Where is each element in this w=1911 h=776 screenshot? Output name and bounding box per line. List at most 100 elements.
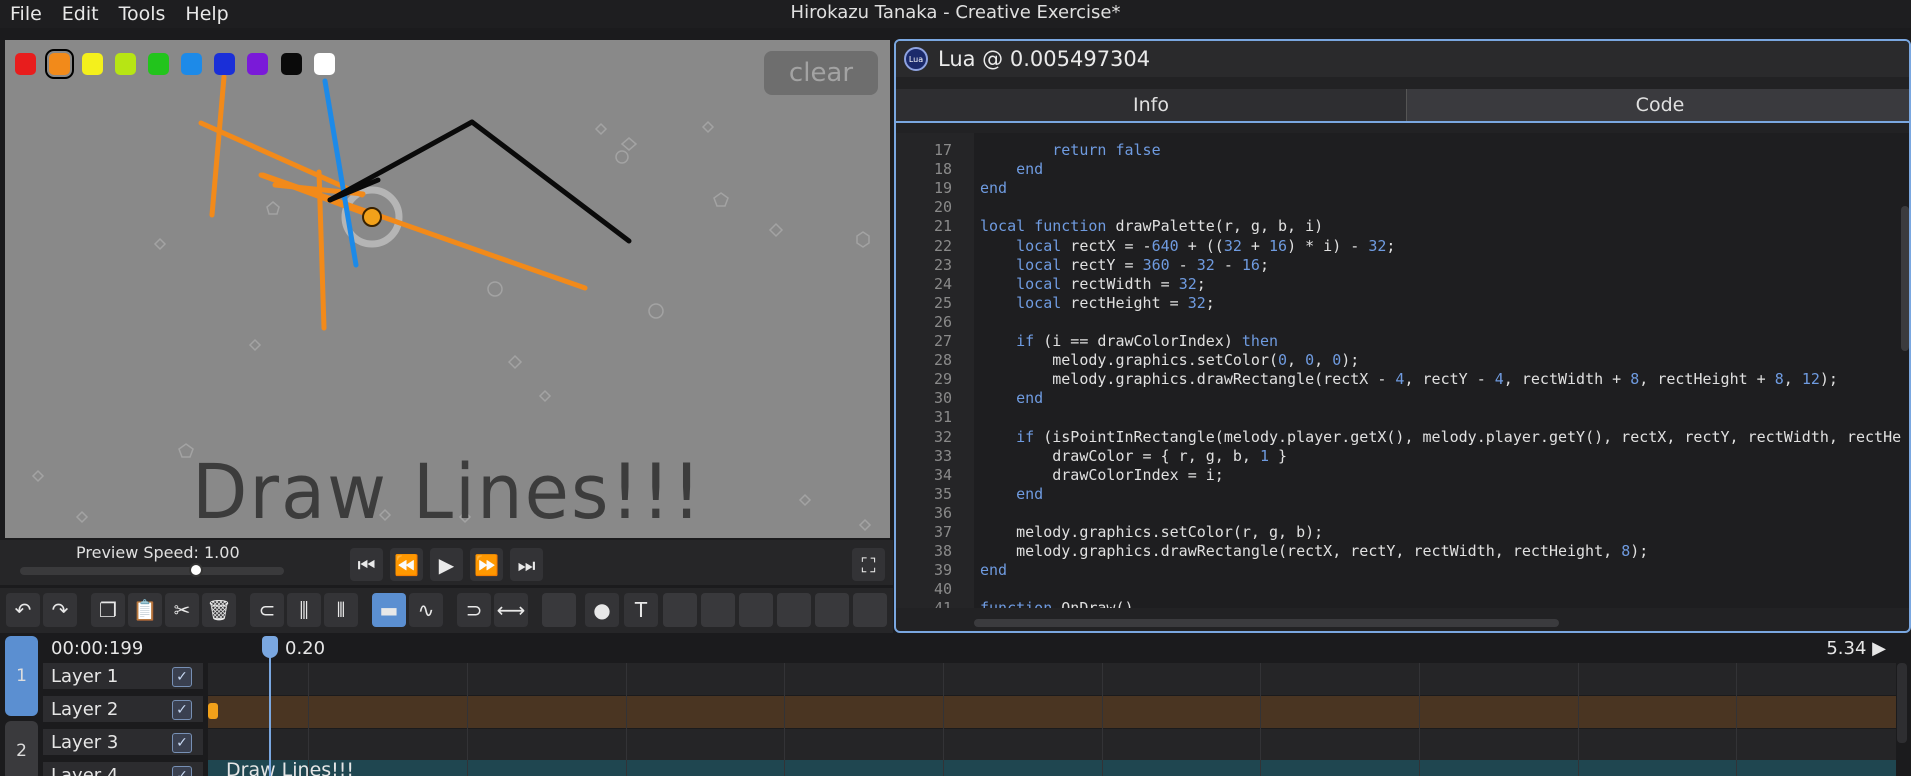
snap-icon[interactable]: ⊃: [457, 593, 491, 627]
time-gridline: [1102, 663, 1103, 776]
multi-split-icon[interactable]: ⫴: [324, 593, 358, 627]
time-gridline: [1578, 663, 1579, 776]
redo-icon[interactable]: ↷: [43, 593, 77, 627]
lua-panel-title: Lua @ 0.005497304: [938, 47, 1151, 71]
undo-icon[interactable]: ↶: [6, 593, 40, 627]
layer-visibility-checkbox[interactable]: ✓: [172, 700, 192, 720]
layer-row-2[interactable]: Layer 2 ✓: [43, 696, 203, 723]
waveform-icon[interactable]: ∿: [409, 593, 443, 627]
lua-panel-header: Lua Lua @ 0.005497304: [896, 41, 1909, 77]
line-number: 19: [933, 179, 952, 198]
layer-visibility-checkbox[interactable]: ✓: [172, 667, 192, 687]
palette-swatch-yellow[interactable]: [82, 53, 103, 75]
code-line: 27 if (i == drawColorIndex) then: [896, 332, 1909, 351]
code-line: 19 end: [896, 179, 1909, 198]
code-line: 39 end: [896, 561, 1909, 580]
layer-name: Layer 3: [51, 732, 119, 753]
skip-to-start-icon[interactable]: ⏮: [350, 548, 383, 581]
copy-icon[interactable]: ❐: [91, 593, 125, 627]
line-number: 41: [896, 599, 952, 608]
text-clip-label[interactable]: Draw Lines!!!: [226, 759, 354, 776]
playhead-handle[interactable]: [262, 636, 278, 658]
clear-button[interactable]: clear: [764, 51, 878, 95]
line-number: 26: [933, 312, 952, 331]
code-line: 28 melody.graphics.setColor(0, 0, 0);: [896, 351, 1909, 370]
line-number: 38: [933, 542, 952, 561]
code-line: 40: [896, 580, 1909, 599]
app-window: File Edit Tools Help Hirokazu Tanaka - C…: [0, 0, 1911, 776]
code-editor[interactable]: 17 return false 18 end 19 end 20 21 local func…: [896, 133, 1909, 608]
empty-tool-slot: [542, 593, 576, 627]
line-number: 36: [933, 503, 952, 522]
time-gridline: [467, 663, 468, 776]
code-horizontal-scrollbar[interactable]: [974, 619, 1559, 627]
empty-tool-slot: [815, 593, 849, 627]
code-text: local rectWidth = 32;: [1016, 274, 1206, 293]
time-gridline: [626, 663, 627, 776]
palette-swatch-blue[interactable]: [214, 53, 235, 75]
skip-to-end-icon[interactable]: ⏭: [510, 548, 543, 581]
text-icon[interactable]: T: [624, 593, 658, 627]
code-line: 32 if (isPointInRectangle(melody.player.…: [896, 428, 1909, 447]
track-layer-2[interactable]: [208, 696, 1896, 728]
palette-swatch-sky-blue[interactable]: [181, 53, 202, 75]
palette-swatch-red[interactable]: [15, 53, 36, 75]
fullscreen-icon[interactable]: ⛶: [852, 548, 885, 581]
line-number: 25: [933, 293, 952, 312]
play-icon[interactable]: ▶: [430, 548, 463, 581]
rewind-icon[interactable]: ⏪: [390, 548, 423, 581]
code-vertical-scrollbar[interactable]: [1901, 206, 1909, 351]
clip-color-icon[interactable]: ▬: [372, 593, 406, 627]
time-gridline: [784, 663, 785, 776]
preview-speed-slider[interactable]: [20, 567, 284, 575]
track-layer-3[interactable]: [208, 729, 1896, 761]
timeline-vertical-scrollbar[interactable]: [1897, 663, 1907, 743]
layer-group-tab-2[interactable]: 2: [5, 721, 38, 776]
menu-help[interactable]: Help: [175, 3, 238, 25]
line-number: 20: [933, 198, 952, 217]
track-layer-4[interactable]: [208, 760, 1896, 776]
tab-info[interactable]: Info: [896, 89, 1406, 121]
split-icon[interactable]: ⫼: [287, 593, 321, 627]
palette-swatch-purple[interactable]: [247, 53, 268, 75]
palette-swatch-white[interactable]: [314, 53, 335, 75]
clip-player-icon[interactable]: [208, 703, 218, 719]
preview-speed-slider-knob[interactable]: [189, 563, 203, 577]
timeline-tracks[interactable]: Draw Lines!!! 0.20 5.34 ▶: [208, 633, 1896, 776]
line-number: 17: [933, 141, 952, 159]
code-line: 23 local rectY = 360 - 32 - 16;: [896, 256, 1909, 275]
palette-swatch-orange[interactable]: [45, 49, 74, 79]
fit-width-icon[interactable]: ⟷: [494, 593, 528, 627]
preview-canvas[interactable]: clear Draw Lines!!!: [5, 40, 890, 538]
lua-script-icon[interactable]: ●: [585, 593, 619, 627]
menu-file[interactable]: File: [0, 3, 52, 25]
menu-edit[interactable]: Edit: [52, 3, 109, 25]
playhead-time-label: 0.20: [285, 638, 326, 659]
layer-group-tab-1[interactable]: 1: [5, 636, 38, 716]
paste-icon[interactable]: 📋: [128, 593, 162, 627]
track-layer-1[interactable]: [208, 663, 1896, 695]
code-text: end: [980, 561, 1008, 580]
lua-logo-icon: Lua: [904, 47, 928, 71]
lua-tabs: Info Code: [896, 89, 1909, 123]
tab-code[interactable]: Code: [1406, 89, 1909, 121]
cut-icon[interactable]: ✂: [165, 593, 199, 627]
lua-inspector-panel: Lua Lua @ 0.005497304 Info Code 17 retur…: [894, 39, 1911, 633]
code-text: end: [980, 179, 1008, 198]
layer-visibility-checkbox[interactable]: ✓: [172, 766, 192, 776]
code-line: 36: [896, 503, 1909, 523]
timeline-end-label[interactable]: 5.34 ▶: [1826, 638, 1886, 659]
menu-tools[interactable]: Tools: [109, 3, 176, 25]
palette-swatch-green[interactable]: [148, 53, 169, 75]
fast-forward-icon[interactable]: ⏩: [470, 548, 503, 581]
palette-swatch-black[interactable]: [281, 53, 302, 75]
code-line: 31: [896, 408, 1909, 427]
delete-icon[interactable]: 🗑: [202, 593, 236, 627]
layer-row-1[interactable]: Layer 1 ✓: [43, 663, 203, 690]
layer-row-3[interactable]: Layer 3 ✓: [43, 729, 203, 756]
palette-swatch-lime[interactable]: [115, 53, 136, 75]
layer-row-4[interactable]: Layer 4 ✓: [43, 762, 203, 776]
layer-visibility-checkbox[interactable]: ✓: [172, 733, 192, 753]
code-line: 21 local function drawPalette(r, g, b, i): [896, 217, 1909, 236]
magnet-icon[interactable]: ⊂: [250, 593, 284, 627]
